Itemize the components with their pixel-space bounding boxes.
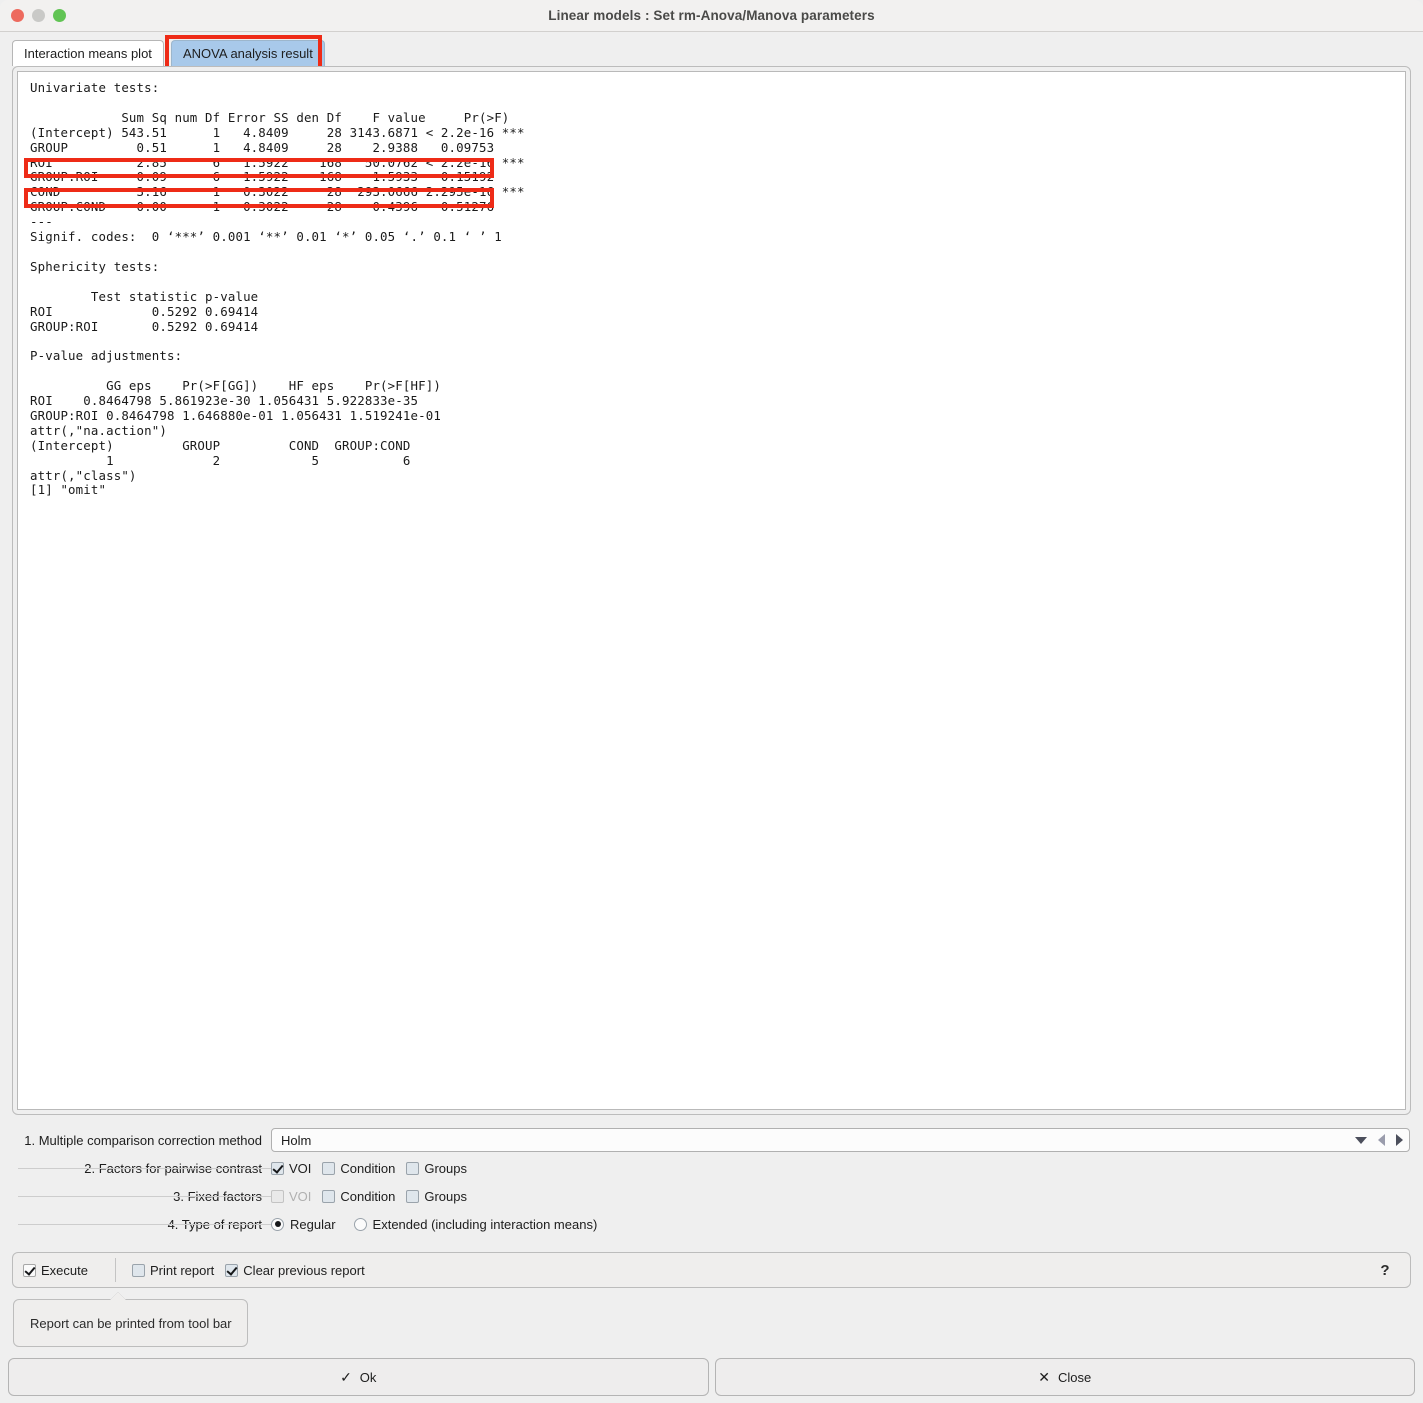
options-section: 1. Multiple comparison correction method… xyxy=(12,1126,1411,1238)
combobox-controls xyxy=(1355,1129,1403,1151)
checkbox-icon[interactable] xyxy=(406,1189,420,1203)
checkbox-icon[interactable] xyxy=(406,1161,420,1175)
checkbox-clear-previous-report[interactable]: Clear previous report xyxy=(225,1262,365,1278)
correction-method-value: Holm xyxy=(281,1132,312,1148)
tab-label: Interaction means plot xyxy=(24,46,152,61)
chevron-down-icon[interactable] xyxy=(1355,1136,1367,1144)
checkbox-icon[interactable] xyxy=(225,1263,239,1277)
option-row-correction-method: 1. Multiple comparison correction method… xyxy=(12,1126,1411,1154)
radio-icon[interactable] xyxy=(353,1217,367,1231)
checkbox-fixed-groups[interactable]: Groups xyxy=(406,1189,467,1204)
checkbox-label: Condition xyxy=(340,1188,396,1204)
checkbox-execute[interactable]: Execute xyxy=(23,1263,88,1278)
dialog-window: Linear models : Set rm-Anova/Manova para… xyxy=(0,0,1423,1403)
checkbox-label: Condition xyxy=(340,1160,396,1176)
arrow-left-icon[interactable] xyxy=(1378,1134,1385,1146)
radio-label: Extended (including interaction means) xyxy=(372,1216,598,1232)
check-icon: ✓ xyxy=(340,1368,352,1385)
divider xyxy=(114,1258,116,1282)
report-textarea[interactable]: Univariate tests: Sum Sq num Df Error SS… xyxy=(17,71,1406,1110)
correction-method-label: 1. Multiple comparison correction method xyxy=(24,1132,262,1148)
window-title: Linear models : Set rm-Anova/Manova para… xyxy=(548,8,875,23)
checkbox-label: Groups xyxy=(424,1188,467,1204)
checkbox-icon xyxy=(271,1189,284,1203)
tooltip-pointer-icon xyxy=(110,1292,126,1300)
close-x-icon: ✕ xyxy=(1038,1368,1050,1385)
option-row-pairwise-contrast: 2. Factors for pairwise contrast VOI Con… xyxy=(12,1154,1411,1182)
ok-button[interactable]: ✓ Ok xyxy=(8,1358,709,1396)
tooltip-text: Report can be printed from tool bar xyxy=(30,1315,232,1331)
checkbox-icon[interactable] xyxy=(271,1161,284,1175)
title-bar: Linear models : Set rm-Anova/Manova para… xyxy=(0,0,1423,32)
checkbox-label: Print report xyxy=(149,1262,215,1278)
checkbox-label: Clear previous report xyxy=(243,1262,365,1278)
report-panel: Univariate tests: Sum Sq num Df Error SS… xyxy=(12,66,1411,1115)
radio-icon[interactable] xyxy=(271,1217,284,1231)
checkbox-print-report[interactable]: Print report xyxy=(131,1262,215,1278)
checkbox-icon[interactable] xyxy=(131,1263,145,1277)
question-mark-icon: ? xyxy=(1380,1261,1390,1279)
correction-method-combobox[interactable]: Holm xyxy=(271,1128,1410,1152)
checkbox-label: Groups xyxy=(424,1160,467,1176)
checkbox-label: VOI xyxy=(289,1160,312,1176)
checkbox-pairwise-voi[interactable]: VOI xyxy=(271,1161,311,1176)
radio-label: Regular xyxy=(290,1216,336,1232)
execute-bar: Execute Print report Clear previous repo… xyxy=(12,1252,1411,1288)
close-button[interactable]: ✕ Close xyxy=(714,1358,1415,1396)
ok-button-label: Ok xyxy=(359,1369,377,1385)
tab-label: ANOVA analysis result xyxy=(183,46,313,61)
tab-interaction-means-plot[interactable]: Interaction means plot xyxy=(12,40,164,66)
close-button-label: Close xyxy=(1057,1369,1092,1385)
checkbox-fixed-voi: VOI xyxy=(271,1189,311,1204)
checkbox-fixed-condition[interactable]: Condition xyxy=(322,1189,395,1204)
checkbox-pairwise-groups[interactable]: Groups xyxy=(406,1161,467,1176)
checkbox-icon[interactable] xyxy=(322,1189,336,1203)
option-row-type-of-report: 4. Type of report Regular Extended (incl… xyxy=(12,1210,1411,1238)
checkbox-icon[interactable] xyxy=(23,1263,36,1277)
option-row-fixed-factors: 3. Fixed factors VOI Condition Groups xyxy=(12,1182,1411,1210)
row-divider xyxy=(18,1167,271,1169)
checkbox-label: Execute xyxy=(41,1262,88,1278)
checkbox-label: VOI xyxy=(289,1188,312,1204)
checkbox-icon[interactable] xyxy=(322,1161,336,1175)
row-divider xyxy=(18,1195,271,1197)
radio-report-regular[interactable]: Regular xyxy=(271,1217,336,1232)
checkbox-pairwise-condition[interactable]: Condition xyxy=(322,1161,395,1176)
dialog-button-bar: ✓ Ok ✕ Close xyxy=(0,1358,1423,1400)
arrow-right-icon[interactable] xyxy=(1396,1134,1403,1146)
tooltip-print-report: Report can be printed from tool bar xyxy=(13,1292,248,1347)
tab-anova-analysis-result[interactable]: ANOVA analysis result xyxy=(171,40,325,66)
radio-report-extended[interactable]: Extended (including interaction means) xyxy=(353,1216,598,1232)
help-button[interactable]: ? xyxy=(1364,1256,1406,1284)
row-divider xyxy=(18,1223,271,1225)
report-output-text: Univariate tests: Sum Sq num Df Error SS… xyxy=(30,80,525,498)
